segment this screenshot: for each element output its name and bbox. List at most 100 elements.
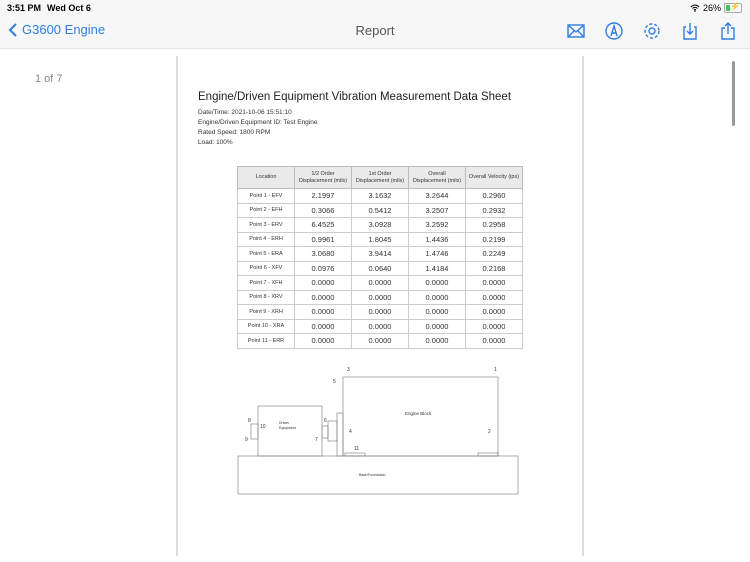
value-cell: 0.9961 — [294, 231, 352, 247]
value-cell: 0.0000 — [351, 318, 409, 334]
value-cell: 0.2168 — [465, 260, 523, 276]
table-row: Point 9 - XRH 0.0000 0.0000 0.0000 0.0000 — [237, 304, 523, 320]
wifi-icon — [690, 4, 700, 12]
value-cell: 0.2960 — [465, 188, 523, 204]
base-label: Base/Foundation — [359, 473, 386, 477]
value-cell: 0.2958 — [465, 217, 523, 233]
location-cell: Point 2 - EFH — [237, 202, 295, 218]
point-8-label: 8 — [248, 418, 251, 424]
value-cell: 0.0000 — [294, 289, 352, 305]
table-row: Point 10 - XRA 0.0000 0.0000 0.0000 0.0000 — [237, 318, 523, 334]
engine-block-label: Engine Block — [405, 411, 432, 416]
value-cell: 0.0640 — [351, 260, 409, 276]
value-cell: 0.0000 — [465, 304, 523, 320]
point-1-label: 1 — [494, 367, 497, 373]
value-cell: 3.2644 — [408, 188, 466, 204]
value-cell: 1.4184 — [408, 260, 466, 276]
table-row: Point 6 - XFV 0.0976 0.0640 1.4184 0.2168 — [237, 260, 523, 276]
location-cell: Point 3 - ERV — [237, 217, 295, 233]
page-indicator: 1 of 7 — [35, 73, 63, 85]
value-cell: 0.0000 — [294, 304, 352, 320]
status-bar: 3:51 PM Wed Oct 6 26% ⚡ — [0, 0, 750, 16]
value-cell: 0.0000 — [351, 275, 409, 291]
mail-button[interactable] — [566, 21, 586, 41]
column-header: 1/2 Order Displacement (mils) — [294, 166, 352, 189]
value-cell: 0.0000 — [465, 333, 523, 349]
download-button[interactable] — [680, 21, 700, 41]
table-row: Point 8 - XRV 0.0000 0.0000 0.0000 0.0000 — [237, 289, 523, 305]
location-cell: Point 5 - ERA — [237, 246, 295, 262]
table-row: Point 4 - ERH 0.9961 1.8045 1.4436 0.2199 — [237, 231, 523, 247]
value-cell: 0.0000 — [465, 318, 523, 334]
table-row: Point 1 - EFV 2.1997 3.1632 3.2644 0.2960 — [237, 188, 523, 204]
value-cell: 3.2507 — [408, 202, 466, 218]
settings-button[interactable] — [642, 21, 662, 41]
driven-equipment — [257, 405, 323, 457]
table-row: Point 7 - XFH 0.0000 0.0000 0.0000 0.0000 — [237, 275, 523, 291]
battery-percent: 26% — [702, 3, 721, 13]
value-cell: 0.5412 — [351, 202, 409, 218]
scrollbar[interactable] — [732, 61, 735, 126]
document-viewer[interactable]: 1 of 7 Engine/Driven Equipment Vibration… — [0, 49, 750, 562]
value-cell: 3.2592 — [408, 217, 466, 233]
location-cell: Point 4 - ERH — [237, 231, 295, 247]
equipment-diagram: Engine Block Driven Equipment Base/Found… — [237, 367, 519, 495]
value-cell: 3.9414 — [351, 246, 409, 262]
location-cell: Point 10 - XRA — [237, 318, 295, 334]
location-cell: Point 9 - XRH — [237, 304, 295, 320]
share-button[interactable] — [718, 21, 738, 41]
value-cell: 0.0000 — [351, 289, 409, 305]
value-cell: 0.0000 — [408, 275, 466, 291]
share-icon — [721, 22, 735, 40]
location-cell: Point 6 - XFV — [237, 260, 295, 276]
table-row: Point 3 - ERV 6.4525 3.0928 3.2592 0.2958 — [237, 217, 523, 233]
document-meta: Date/Time: 2021-10-06 15:51:10 Engine/Dr… — [198, 108, 317, 148]
value-cell: 6.4525 — [294, 217, 352, 233]
value-cell: 0.0000 — [465, 289, 523, 305]
point-5-label: 5 — [333, 379, 336, 385]
table-row: Point 2 - EFH 0.3066 0.5412 3.2507 0.2932 — [237, 202, 523, 218]
point-9-label: 9 — [245, 437, 248, 443]
value-cell: 0.0000 — [408, 304, 466, 320]
value-cell: 1.8045 — [351, 231, 409, 247]
value-cell: 0.0000 — [294, 318, 352, 334]
point-11-label: 11 — [354, 446, 359, 452]
value-cell: 3.0680 — [294, 246, 352, 262]
value-cell: 0.2932 — [465, 202, 523, 218]
document-page: Engine/Driven Equipment Vibration Measur… — [176, 56, 584, 556]
download-icon — [683, 23, 697, 40]
value-cell: 0.0000 — [351, 333, 409, 349]
gear-icon — [644, 23, 660, 39]
point-6-label: 6 — [324, 418, 327, 424]
document-title: Engine/Driven Equipment Vibration Measur… — [198, 91, 512, 103]
point-4-label: 4 — [349, 429, 352, 435]
meta-rated-speed: Rated Speed: 1800 RPM — [198, 129, 271, 136]
table-row: Point 5 - ERA 3.0680 3.9414 1.4746 0.2249 — [237, 246, 523, 262]
value-cell: 0.0000 — [465, 275, 523, 291]
value-cell: 0.2249 — [465, 246, 523, 262]
point-10-label: 10 — [260, 424, 266, 430]
engine-block — [342, 376, 499, 457]
value-cell: 0.0000 — [351, 304, 409, 320]
value-cell: 0.0000 — [294, 333, 352, 349]
value-cell: 0.3066 — [294, 202, 352, 218]
value-cell: 3.0928 — [351, 217, 409, 233]
status-time: 3:51 PM Wed Oct 6 — [7, 3, 91, 13]
battery-icon: ⚡ — [724, 2, 742, 13]
measurement-table: Location 1/2 Order Displacement (mils) 1st… — [237, 166, 523, 349]
nav-bar: G3600 Engine Report — [0, 16, 750, 49]
column-header: Overall Displacement (mils) — [408, 166, 466, 189]
markup-icon — [605, 22, 623, 40]
meta-datetime: Date/Time: 2021-10-06 15:51:10 — [198, 109, 292, 116]
markup-button[interactable] — [604, 21, 624, 41]
point-3-label: 3 — [347, 367, 350, 373]
value-cell: 1.4746 — [408, 246, 466, 262]
value-cell: 0.0976 — [294, 260, 352, 276]
location-cell: Point 1 - EFV — [237, 188, 295, 204]
status-date: Wed Oct 6 — [47, 3, 91, 13]
value-cell: 0.0000 — [408, 289, 466, 305]
value-cell: 0.0000 — [294, 275, 352, 291]
meta-load: Load: 100% — [198, 139, 233, 146]
column-header: 1st Order Displacement (mils) — [351, 166, 409, 189]
column-header: Overall Velocity (ips) — [465, 166, 523, 189]
